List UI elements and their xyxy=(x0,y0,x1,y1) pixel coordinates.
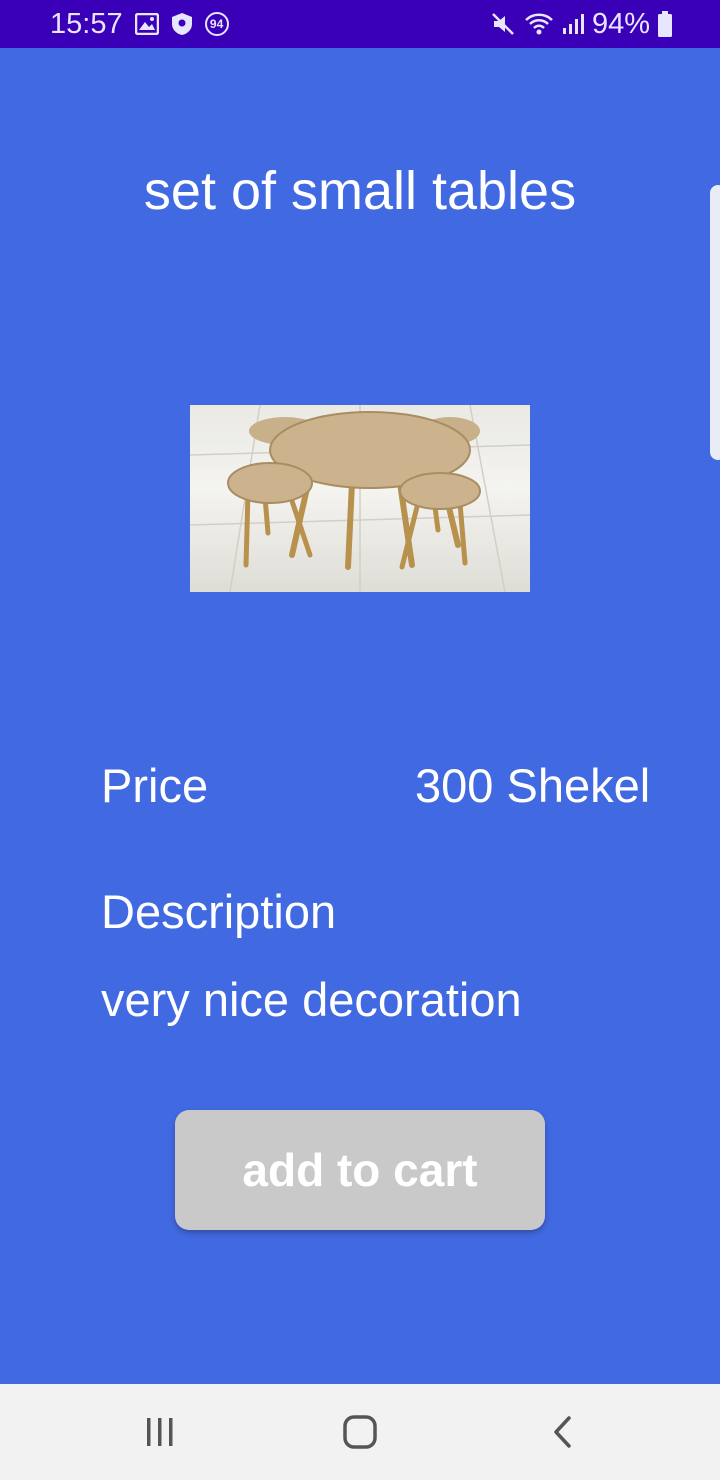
signal-icon xyxy=(562,13,584,35)
description-value: very nice decoration xyxy=(101,973,522,1026)
product-title: set of small tables xyxy=(143,161,577,221)
recent-apps-icon[interactable] xyxy=(100,1384,220,1480)
add-to-cart-button[interactable]: add to cart xyxy=(175,1110,545,1230)
product-image xyxy=(190,405,530,592)
mute-icon xyxy=(490,11,516,37)
home-icon[interactable] xyxy=(300,1384,420,1480)
badge-icon: 94 xyxy=(204,12,229,36)
status-right: 94% xyxy=(490,8,672,41)
status-left: 15:57 94 xyxy=(50,8,229,41)
image-icon xyxy=(134,13,159,35)
badge-number: 94 xyxy=(209,17,224,31)
status-time: 15:57 xyxy=(50,7,123,40)
navigation-bar xyxy=(0,1384,720,1480)
status-bar: 15:57 94 94% xyxy=(0,0,720,48)
price-value: 300 Shekel xyxy=(415,759,651,812)
description-label: Description xyxy=(101,885,337,938)
back-icon[interactable] xyxy=(503,1384,623,1480)
shield-icon xyxy=(171,12,193,36)
wifi-icon xyxy=(524,12,554,36)
battery-icon xyxy=(658,11,672,37)
price-label: Price xyxy=(101,759,209,812)
battery-percent: 94% xyxy=(591,7,650,40)
scroll-handle[interactable] xyxy=(710,185,720,460)
